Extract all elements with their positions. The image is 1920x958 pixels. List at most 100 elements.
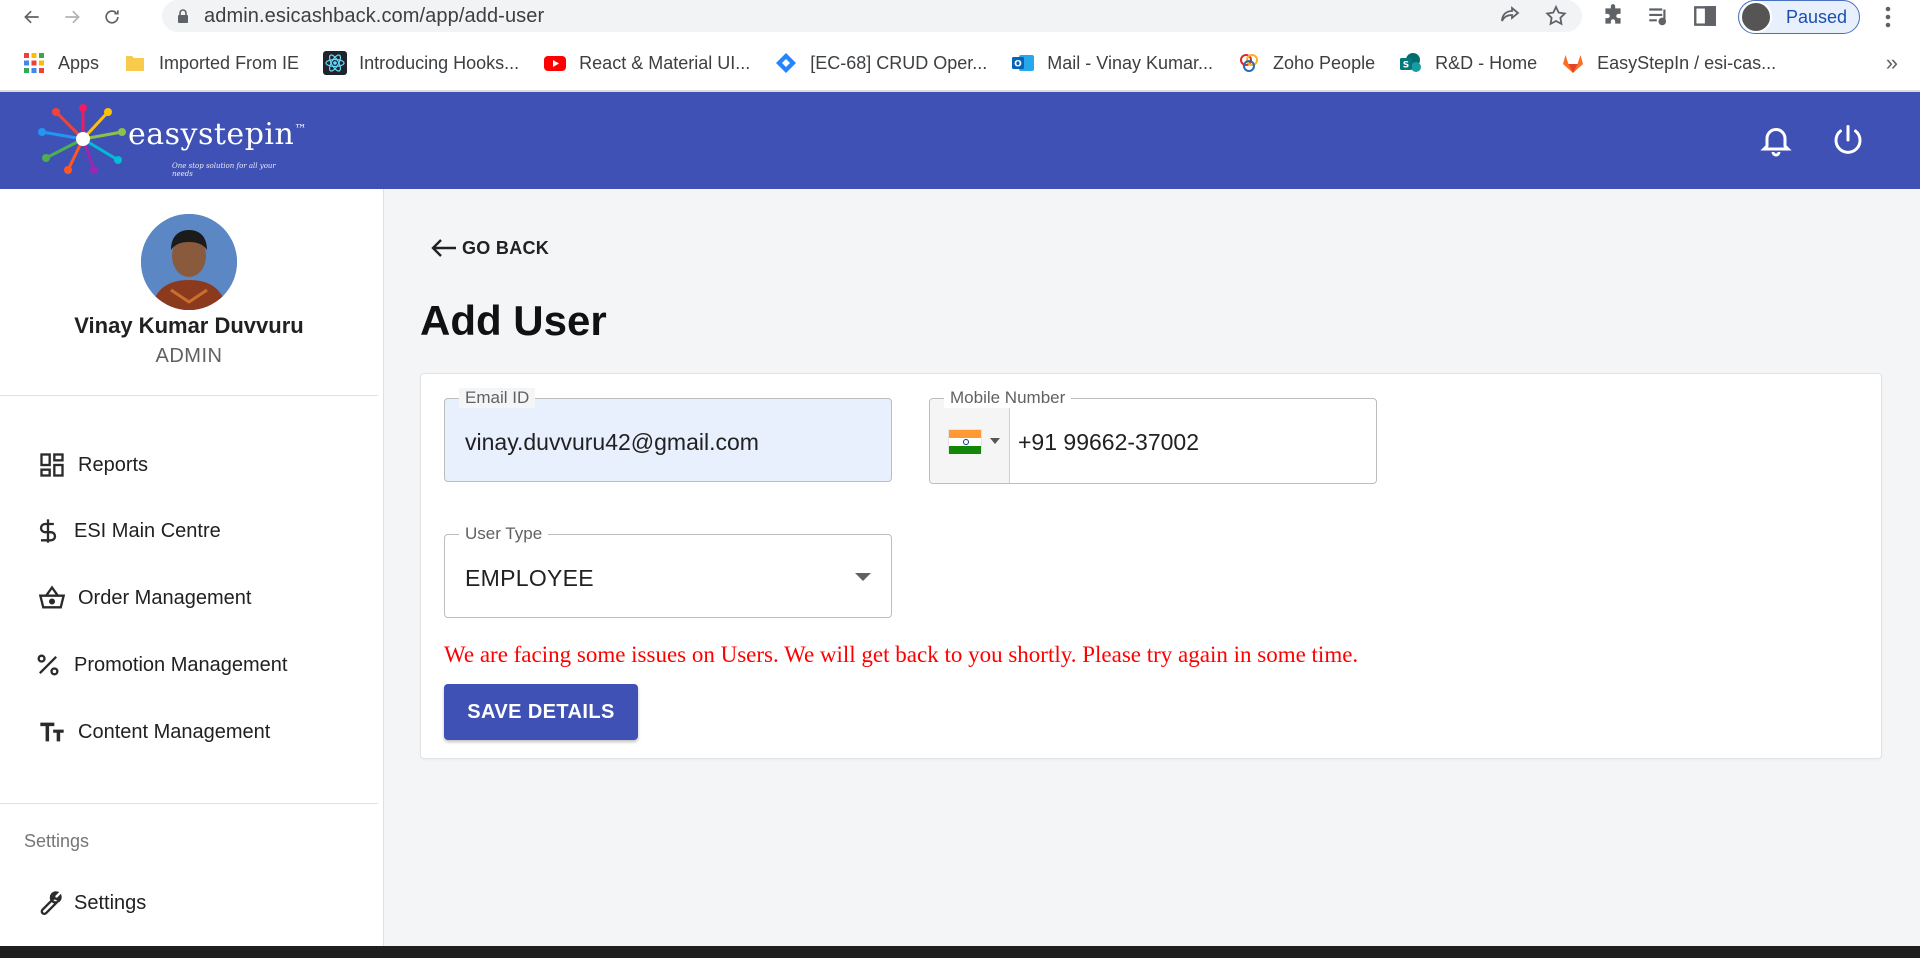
bell-icon[interactable] xyxy=(1758,122,1794,158)
text-size-icon xyxy=(36,716,68,748)
youtube-icon xyxy=(544,56,567,71)
zoho-icon xyxy=(1240,54,1259,72)
brand-tm: ™ xyxy=(294,122,307,136)
logo-burst-icon xyxy=(38,104,126,174)
email-label: Email ID xyxy=(459,388,536,408)
bookmark-zoho-people[interactable]: Zoho People xyxy=(1237,51,1375,75)
apps-grid-icon xyxy=(24,53,44,73)
media-control-icon[interactable] xyxy=(1646,3,1672,29)
dollar-icon xyxy=(32,515,64,547)
bookmark-label: Mail - Vinay Kumar... xyxy=(1047,52,1214,73)
sidebar-divider xyxy=(0,395,378,396)
go-back-button[interactable]: GO BACK xyxy=(430,237,549,259)
sidebar-divider xyxy=(0,803,378,804)
user-name: Vinay Kumar Duvvuru xyxy=(74,313,304,338)
sidebar-item-label: Reports xyxy=(78,453,149,476)
page-title: Add User xyxy=(420,297,607,344)
bookmarks-bar: Apps Imported From IE Introducing Hooks.… xyxy=(0,42,1920,84)
sidebar-item-label: ESI Main Centre xyxy=(74,519,221,542)
sidebar: Vinay Kumar Duvvuru ADMIN Reports ESI Ma… xyxy=(0,189,384,946)
sidebar-item-esi-main-centre[interactable]: ESI Main Centre xyxy=(32,509,221,553)
back-arrow-icon[interactable] xyxy=(12,0,52,34)
settings-heading: Settings xyxy=(24,831,90,851)
bookmark-apps[interactable]: Apps xyxy=(22,51,99,75)
add-user-form-card: Email ID Mobile Number User Type EMPLOYE… xyxy=(420,373,1882,759)
sidebar-item-content-management[interactable]: Content Management xyxy=(36,710,270,754)
reload-icon[interactable] xyxy=(92,0,132,34)
bookmark-label: Apps xyxy=(58,52,100,73)
sharepoint-icon: S xyxy=(1400,53,1422,72)
arrow-left-icon xyxy=(431,239,456,257)
easystepin-logo[interactable]: easystepin™ One stop solution for all yo… xyxy=(38,104,306,178)
bookmark-rnd-home[interactable]: S R&D - Home xyxy=(1399,51,1537,75)
brand-name: easystepin™ xyxy=(128,117,307,152)
bookmark-label: R&D - Home xyxy=(1435,52,1538,73)
percent-icon xyxy=(32,649,64,681)
extensions-icon[interactable] xyxy=(1600,3,1626,29)
sidebar-item-reports[interactable]: Reports xyxy=(36,443,148,487)
bookmark-label: Imported From IE xyxy=(159,52,300,73)
gitlab-icon xyxy=(1563,55,1584,73)
bookmark-ec-68[interactable]: [EC-68] CRUD Oper... xyxy=(774,51,987,75)
sidebar-item-label: Content Management xyxy=(78,720,271,743)
wrench-icon xyxy=(32,887,64,919)
outlook-icon: O xyxy=(1012,55,1035,71)
folder-icon xyxy=(126,56,145,71)
profile-button[interactable]: Paused xyxy=(1738,0,1860,34)
bookmark-imported-from-ie[interactable]: Imported From IE xyxy=(123,51,299,75)
bookmark-label: React & Material UI... xyxy=(579,52,751,73)
lock-icon xyxy=(178,9,188,23)
browser-toolbar: admin.esicashback.com/app/add-user Pause… xyxy=(0,0,1920,34)
dropdown-arrow-icon xyxy=(855,573,871,581)
save-details-button[interactable]: SAVE DETAILS xyxy=(444,684,638,740)
share-icon[interactable] xyxy=(1498,4,1522,28)
chevron-down-icon xyxy=(990,438,1000,444)
bookmark-easystepin-gitlab[interactable]: EasyStepIn / esi-cas... xyxy=(1561,51,1776,75)
mobile-number-field: Mobile Number xyxy=(929,388,1377,484)
taskbar xyxy=(0,946,1920,958)
user-type-select[interactable]: User Type EMPLOYEE xyxy=(444,524,892,618)
address-bar[interactable]: admin.esicashback.com/app/add-user xyxy=(162,0,1582,32)
sidebar-item-label: Order Management xyxy=(78,586,252,609)
forward-arrow-icon[interactable] xyxy=(52,0,92,34)
mobile-number-input[interactable] xyxy=(1018,429,1358,456)
bookmark-label: Zoho People xyxy=(1273,52,1376,73)
email-field: Email ID xyxy=(444,388,892,482)
more-bookmarks-chevron-icon[interactable]: » xyxy=(1886,50,1898,76)
main-content: GO BACK Add User Email ID Mobile Number … xyxy=(384,189,1920,946)
bookmark-label: Introducing Hooks... xyxy=(359,52,520,73)
bookmark-label: [EC-68] CRUD Oper... xyxy=(810,52,988,73)
profile-avatar xyxy=(1740,1,1772,33)
sidebar-item-label: Settings xyxy=(74,891,147,914)
user-avatar xyxy=(141,214,237,310)
sidebar-item-label: Promotion Management xyxy=(74,653,288,676)
side-panel-icon[interactable] xyxy=(1692,3,1718,29)
user-type-value: EMPLOYEE xyxy=(465,565,594,591)
email-input[interactable] xyxy=(465,429,875,456)
url-text[interactable]: admin.esicashback.com/app/add-user xyxy=(204,5,544,28)
user-type-label: User Type xyxy=(459,524,549,544)
sidebar-item-order-management[interactable]: Order Management xyxy=(36,576,251,620)
india-flag-icon xyxy=(948,429,982,454)
profile-status: Paused xyxy=(1786,6,1848,27)
bookmark-react-material-ui[interactable]: React & Material UI... xyxy=(543,51,750,75)
basket-icon xyxy=(36,582,68,614)
country-code-selector[interactable] xyxy=(930,399,1010,483)
go-back-label: GO BACK xyxy=(462,237,550,258)
power-icon[interactable] xyxy=(1830,122,1866,158)
jira-icon xyxy=(776,53,797,73)
bookmark-mail[interactable]: O Mail - Vinay Kumar... xyxy=(1011,51,1213,75)
sidebar-item-promotion-management[interactable]: Promotion Management xyxy=(32,643,287,687)
error-message: We are facing some issues on Users. We w… xyxy=(444,642,1359,667)
user-role: ADMIN xyxy=(155,345,223,367)
star-icon[interactable] xyxy=(1544,4,1568,28)
bookmark-introducing-hooks[interactable]: Introducing Hooks... xyxy=(323,51,519,75)
react-icon xyxy=(323,51,348,75)
brand-tagline: One stop solution for all your needs xyxy=(172,162,276,178)
bookmark-label: EasyStepIn / esi-cas... xyxy=(1597,52,1777,73)
mobile-number-label: Mobile Number xyxy=(944,388,1072,408)
more-menu-icon[interactable] xyxy=(1876,3,1900,36)
svg-text:O: O xyxy=(1014,60,1022,70)
sidebar-item-settings[interactable]: Settings xyxy=(32,881,146,925)
svg-text:S: S xyxy=(1403,61,1409,71)
